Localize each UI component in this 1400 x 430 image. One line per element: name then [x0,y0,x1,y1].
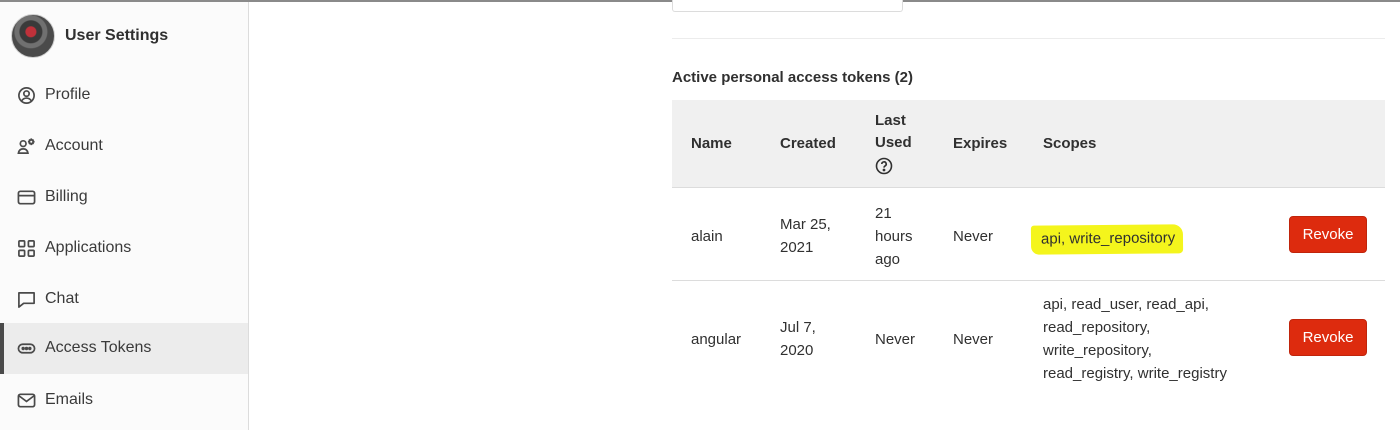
question-circle-icon[interactable] [875,157,893,175]
sidebar-item-account[interactable]: Account [0,121,248,172]
sidebar-item-profile[interactable]: Profile [0,70,248,121]
scope-selector-bottom-edge [672,0,903,12]
access-tokens-icon [17,339,36,358]
sidebar-item-label: Chat [45,290,79,307]
column-header-expires: Expires [953,135,1008,152]
emails-icon [17,391,36,410]
profile-icon [17,86,36,105]
token-name: angular [691,331,742,348]
sidebar-item-label: Profile [45,86,91,103]
sidebar-title: User Settings [65,27,169,44]
sidebar-item-access-tokens[interactable]: Access Tokens [0,323,248,374]
column-header-last-used-label: Last Used [875,112,912,151]
billing-icon [17,188,36,207]
section-divider [672,38,1385,39]
token-created: Jul 7, 2020 [780,319,816,359]
token-scopes: api, read_user, read_api, read_repositor… [1043,296,1227,382]
token-created: Mar 25, 2021 [780,216,831,256]
applications-icon [17,239,36,258]
sidebar-header: User Settings [0,2,248,66]
settings-sidebar: User Settings Profile Account Billing Ap… [0,2,249,430]
sidebar-item-label: Account [45,137,103,154]
column-header-created: Created [780,135,836,152]
account-icon [17,137,36,156]
revoke-button[interactable]: Revoke [1289,216,1367,253]
token-name: alain [691,228,723,245]
sidebar-item-label: Applications [45,239,132,256]
sidebar-item-label: Billing [45,188,88,205]
token-expires: Never [953,331,994,348]
revoke-button[interactable]: Revoke [1289,319,1367,356]
table-row: angular Jul 7, 2020 Never Never api, rea… [672,282,1385,400]
sidebar-item-emails[interactable]: Emails [0,375,248,426]
sidebar-item-applications[interactable]: Applications [0,223,248,274]
section-title: Active personal access tokens (2) [672,69,913,86]
token-scopes: api, write_repository [1030,224,1184,255]
table-row: alain Mar 25, 2021 21 hours ago Never ap… [672,189,1385,281]
sidebar-item-label: Emails [45,391,94,408]
chat-icon [17,290,36,309]
column-header-scopes: Scopes [1043,135,1097,152]
table-header: Name Created Last Used Expires Scopes [672,100,1385,188]
avatar[interactable] [11,14,55,58]
highlighted-scopes: api, write_repository [1030,224,1184,255]
token-last-used: Never [875,331,916,348]
sidebar-item-billing[interactable]: Billing [0,172,248,223]
sidebar-item-label: Access Tokens [45,339,152,356]
token-last-used: 21 hours ago [875,205,913,268]
token-expires: Never [953,228,994,245]
column-header-name: Name [691,135,732,152]
sidebar-item-chat[interactable]: Chat [0,274,248,325]
column-header-last-used: Last Used [875,110,935,175]
